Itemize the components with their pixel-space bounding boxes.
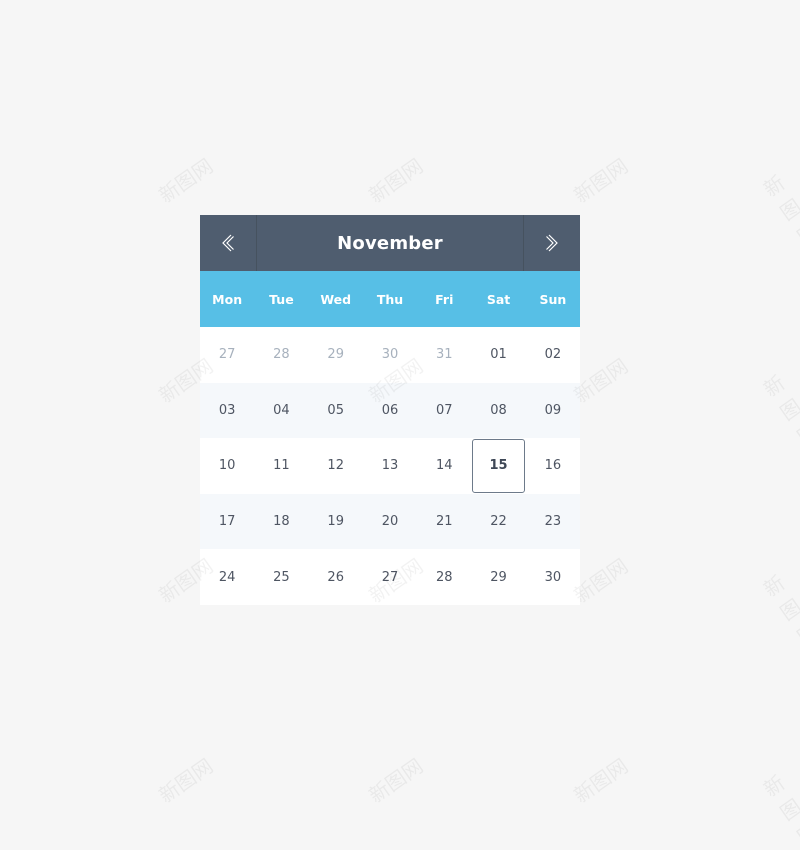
weekday-mon: Mon (212, 291, 243, 307)
next-month-button[interactable] (523, 215, 580, 271)
weekday-wed: Wed (320, 291, 352, 307)
day-cell[interactable]: 02 (526, 327, 580, 383)
day-cell[interactable]: 10 (200, 438, 254, 494)
chevron-right-icon (546, 234, 558, 252)
day-cell[interactable]: 01 (471, 327, 525, 383)
day-cell-other-month[interactable]: 28 (254, 327, 308, 383)
weekday-thu: Thu (376, 291, 404, 307)
watermark: 新图网 (759, 170, 800, 250)
weekday-sat: Sat (486, 291, 511, 307)
calendar: November Mon Tue Wed Thu Fri Sat Sun 27 2… (200, 215, 580, 605)
day-cell[interactable]: 06 (363, 383, 417, 439)
day-cell[interactable]: 07 (417, 383, 471, 439)
day-cell-other-month[interactable]: 30 (363, 327, 417, 383)
day-cell[interactable]: 30 (526, 549, 580, 605)
watermark: 新图网 (759, 770, 800, 850)
day-cell[interactable]: 03 (200, 383, 254, 439)
day-cell[interactable]: 13 (363, 438, 417, 494)
day-cell-selected[interactable]: 15 (472, 438, 525, 494)
week-row: 24 25 26 27 28 29 30 (200, 549, 580, 605)
day-cell[interactable]: 27 (363, 549, 417, 605)
day-cell[interactable]: 25 (254, 549, 308, 605)
calendar-header: November (200, 215, 580, 271)
day-cell[interactable]: 14 (417, 438, 471, 494)
day-cell[interactable]: 17 (200, 494, 254, 550)
watermark: 新图网 (154, 153, 218, 208)
day-cell-other-month[interactable]: 31 (417, 327, 471, 383)
weekday-header: Mon Tue Wed Thu Fri Sat Sun (200, 271, 580, 327)
day-cell[interactable]: 08 (471, 383, 525, 439)
day-cell[interactable]: 16 (526, 438, 580, 494)
day-cell[interactable]: 22 (471, 494, 525, 550)
day-cell[interactable]: 11 (254, 438, 308, 494)
watermark: 新图网 (364, 153, 428, 208)
weekday-tue: Tue (269, 291, 294, 307)
prev-month-button[interactable] (200, 215, 257, 271)
day-cell[interactable]: 19 (309, 494, 363, 550)
day-cell[interactable]: 05 (309, 383, 363, 439)
weekday-sun: Sun (539, 291, 567, 307)
day-cell[interactable]: 29 (471, 549, 525, 605)
day-cell[interactable]: 26 (309, 549, 363, 605)
day-cell[interactable]: 18 (254, 494, 308, 550)
week-row: 17 18 19 20 21 22 23 (200, 493, 580, 550)
day-cell-other-month[interactable]: 27 (200, 327, 254, 383)
day-cell[interactable]: 09 (526, 383, 580, 439)
day-grid: 27 28 29 30 31 01 02 03 04 05 06 07 08 09 10 11 12 13 14 15… (200, 327, 580, 605)
day-cell[interactable]: 04 (254, 383, 308, 439)
day-cell-other-month[interactable]: 29 (309, 327, 363, 383)
watermark: 新图网 (569, 153, 633, 208)
week-row: 03 04 05 06 07 08 09 (200, 382, 580, 439)
day-cell[interactable]: 23 (526, 494, 580, 550)
watermark: 新图网 (759, 370, 800, 450)
week-row: 10 11 12 13 14 15 16 (200, 438, 580, 494)
day-cell[interactable]: 28 (417, 549, 471, 605)
day-cell[interactable]: 12 (309, 438, 363, 494)
watermark: 新图网 (759, 570, 800, 650)
week-row: 27 28 29 30 31 01 02 (200, 327, 580, 383)
month-title: November (337, 232, 443, 254)
chevron-left-icon (222, 234, 234, 252)
day-cell[interactable]: 21 (417, 494, 471, 550)
day-cell[interactable]: 20 (363, 494, 417, 550)
weekday-fri: Fri (435, 291, 454, 307)
day-cell[interactable]: 24 (200, 549, 254, 605)
